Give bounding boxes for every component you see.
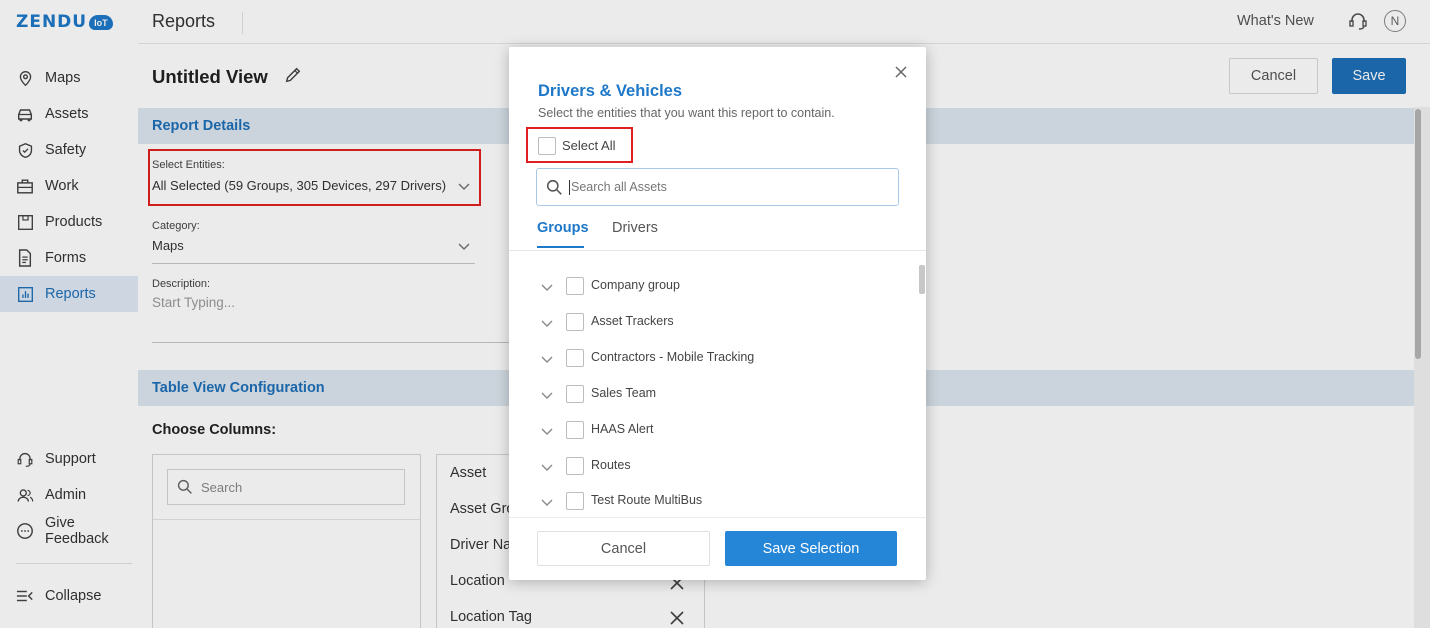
list-item[interactable]: Company group (509, 268, 917, 304)
group-label: Company group (591, 278, 680, 292)
list-scrollbar-thumb[interactable] (919, 265, 925, 294)
group-label: Asset Trackers (591, 314, 674, 328)
group-label: Contractors - Mobile Tracking (591, 350, 755, 364)
modal-subtitle: Select the entities that you want this r… (538, 106, 835, 120)
chevron-down-icon[interactable] (541, 460, 553, 472)
group-checkbox[interactable] (566, 492, 584, 510)
select-all-highlight (526, 127, 633, 163)
list-item[interactable]: Contractors - Mobile Tracking (509, 340, 917, 376)
list-item[interactable]: Test Route MultiBus (509, 483, 917, 517)
tab-groups[interactable]: Groups (537, 220, 589, 236)
search-icon (546, 179, 562, 195)
list-item[interactable]: Sales Team (509, 376, 917, 412)
modal-footer-divider (509, 517, 926, 518)
group-checkbox[interactable] (566, 385, 584, 403)
save-selection-button[interactable]: Save Selection (725, 531, 897, 566)
tab-drivers[interactable]: Drivers (612, 220, 658, 236)
group-checkbox[interactable] (566, 277, 584, 295)
list-item[interactable]: Asset Trackers (509, 304, 917, 340)
group-label: HAAS Alert (591, 422, 654, 436)
chevron-down-icon[interactable] (541, 495, 553, 507)
group-checkbox[interactable] (566, 349, 584, 367)
group-checkbox[interactable] (566, 457, 584, 475)
list-item[interactable]: HAAS Alert (509, 412, 917, 448)
chevron-down-icon[interactable] (541, 424, 553, 436)
chevron-down-icon[interactable] (541, 316, 553, 328)
active-tab-indicator (537, 246, 584, 248)
modal-title: Drivers & Vehicles (538, 82, 683, 100)
groups-list: Company group Asset Trackers Contractors… (509, 251, 926, 517)
text-cursor (569, 179, 570, 195)
list-scrollbar-track[interactable] (918, 261, 926, 517)
asset-search-placeholder: Search all Assets (571, 180, 667, 194)
close-icon[interactable] (894, 65, 908, 79)
chevron-down-icon[interactable] (541, 352, 553, 364)
chevron-down-icon[interactable] (541, 388, 553, 400)
list-item[interactable]: Routes (509, 448, 917, 484)
group-checkbox[interactable] (566, 313, 584, 331)
group-label: Test Route MultiBus (591, 493, 703, 507)
asset-search-input[interactable]: Search all Assets (536, 168, 899, 206)
modal-cancel-button[interactable]: Cancel (537, 531, 710, 566)
group-label: Routes (591, 458, 631, 472)
group-checkbox[interactable] (566, 421, 584, 439)
chevron-down-icon[interactable] (541, 280, 553, 292)
drivers-vehicles-modal: Drivers & Vehicles Select the entities t… (509, 47, 926, 580)
group-label: Sales Team (591, 386, 657, 400)
